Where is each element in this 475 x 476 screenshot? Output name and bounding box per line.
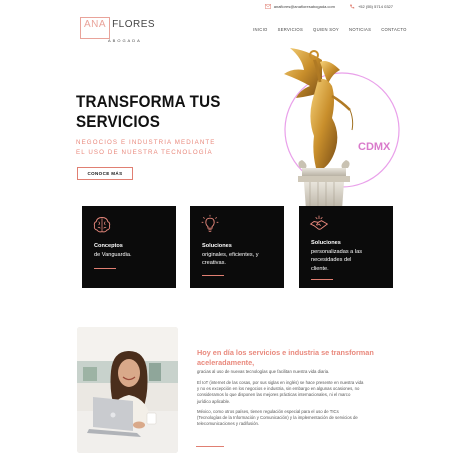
email-text: anaflores@anafloresabogada.com	[273, 4, 335, 9]
hero-angel-image: CDMX	[284, 48, 400, 210]
card-body-line: cliente.	[311, 265, 329, 272]
nav-item-inicio[interactable]: INICIO	[253, 27, 268, 32]
phone-contact[interactable]: +52 (55) 5714 0327	[349, 4, 393, 9]
logo-last-name: FLORES	[112, 19, 156, 30]
paragraph-line: telecomunicaciones y radifusión.	[197, 421, 260, 427]
nav-item-servicios[interactable]: SERVICIOS	[278, 27, 303, 32]
handshake-icon	[309, 215, 329, 230]
card-divider	[94, 268, 116, 269]
about-heading-line2: aceleradamente,	[197, 357, 255, 367]
card-body: de Vanguardia.	[94, 251, 132, 260]
hero-title: TRANSFORMA TUS SERVICIOS	[76, 92, 232, 132]
logo-subtitle: ABOGADA	[108, 38, 142, 43]
hero-subtitle-line1: NEGOCIOS E INDUSTRIA MEDIANTE	[76, 139, 216, 146]
phone-icon	[349, 4, 355, 9]
hero-subtitle-line2: EL USO DE NUESTRA TECNOLOGÍA	[76, 149, 213, 156]
brain-icon	[93, 217, 111, 233]
card-title: Conceptos	[94, 243, 123, 249]
site-logo[interactable]: ANA FLORES ABOGADA	[80, 17, 156, 43]
logo-first-name: ANA	[80, 17, 111, 39]
card-title: Soluciones	[311, 240, 341, 246]
nav-item-contacto[interactable]: CONTACTO	[381, 27, 407, 32]
card-body-line: creativas.	[202, 260, 226, 266]
card-body-line: personalizadas a las	[311, 248, 362, 255]
about-paragraph-2: El IoT (internet de las cosas, por sus s…	[197, 380, 393, 405]
about-heading: Hoy en día los servicios e industria se …	[197, 348, 397, 367]
nav-item-quien-soy[interactable]: QUIEN SOY	[313, 27, 339, 32]
about-paragraph-1: gracias al uso de nuevas tecnologías que…	[197, 369, 330, 374]
card-divider	[311, 279, 333, 280]
lightbulb-icon	[201, 214, 219, 232]
lawyer-photo	[77, 327, 178, 453]
contact-bar: anaflores@anafloresabogada.com +52 (55) …	[264, 4, 393, 9]
about-heading-line1: Hoy en día los servicios e industria se …	[197, 348, 374, 357]
phone-text: +52 (55) 5714 0327	[357, 4, 393, 9]
card-body-line: necesidades del	[311, 257, 352, 263]
service-card-soluciones-originales[interactable]: Soluciones originales, eficientes, y cre…	[190, 206, 284, 288]
card-divider	[202, 275, 224, 276]
paragraph-line: jurídico aplicable.	[197, 398, 231, 404]
service-card-soluciones-personalizadas[interactable]: Soluciones personalizadas a las necesida…	[299, 206, 393, 288]
main-nav: INICIO SERVICIOS QUIEN SOY NOTICIAS CONT…	[253, 27, 407, 32]
nav-item-noticias[interactable]: NOTICIAS	[349, 27, 371, 32]
service-card-conceptos[interactable]: Conceptos de Vanguardia.	[82, 206, 176, 288]
email-contact[interactable]: anaflores@anafloresabogada.com	[264, 4, 335, 9]
cdmx-badge: CDMX	[358, 141, 391, 153]
about-divider	[196, 446, 224, 447]
card-body-line: originales, eficientes, y	[202, 251, 259, 258]
card-body-line: de Vanguardia.	[94, 251, 132, 258]
card-title: Soluciones	[202, 243, 232, 249]
mail-icon	[264, 4, 271, 9]
hero-subtitle: NEGOCIOS E INDUSTRIA MEDIANTE EL USO DE …	[76, 138, 216, 158]
about-paragraph-3: México, como otros países, tienen regula…	[197, 409, 393, 428]
conoce-mas-button[interactable]: CONOCE MÁS	[77, 167, 133, 180]
card-body: originales, eficientes, y creativas.	[202, 251, 259, 268]
hero-title-line2: SERVICIOS	[76, 113, 161, 131]
card-body: personalizadas a las necesidades del cli…	[311, 248, 362, 274]
hero-title-line1: TRANSFORMA TUS	[76, 93, 221, 111]
